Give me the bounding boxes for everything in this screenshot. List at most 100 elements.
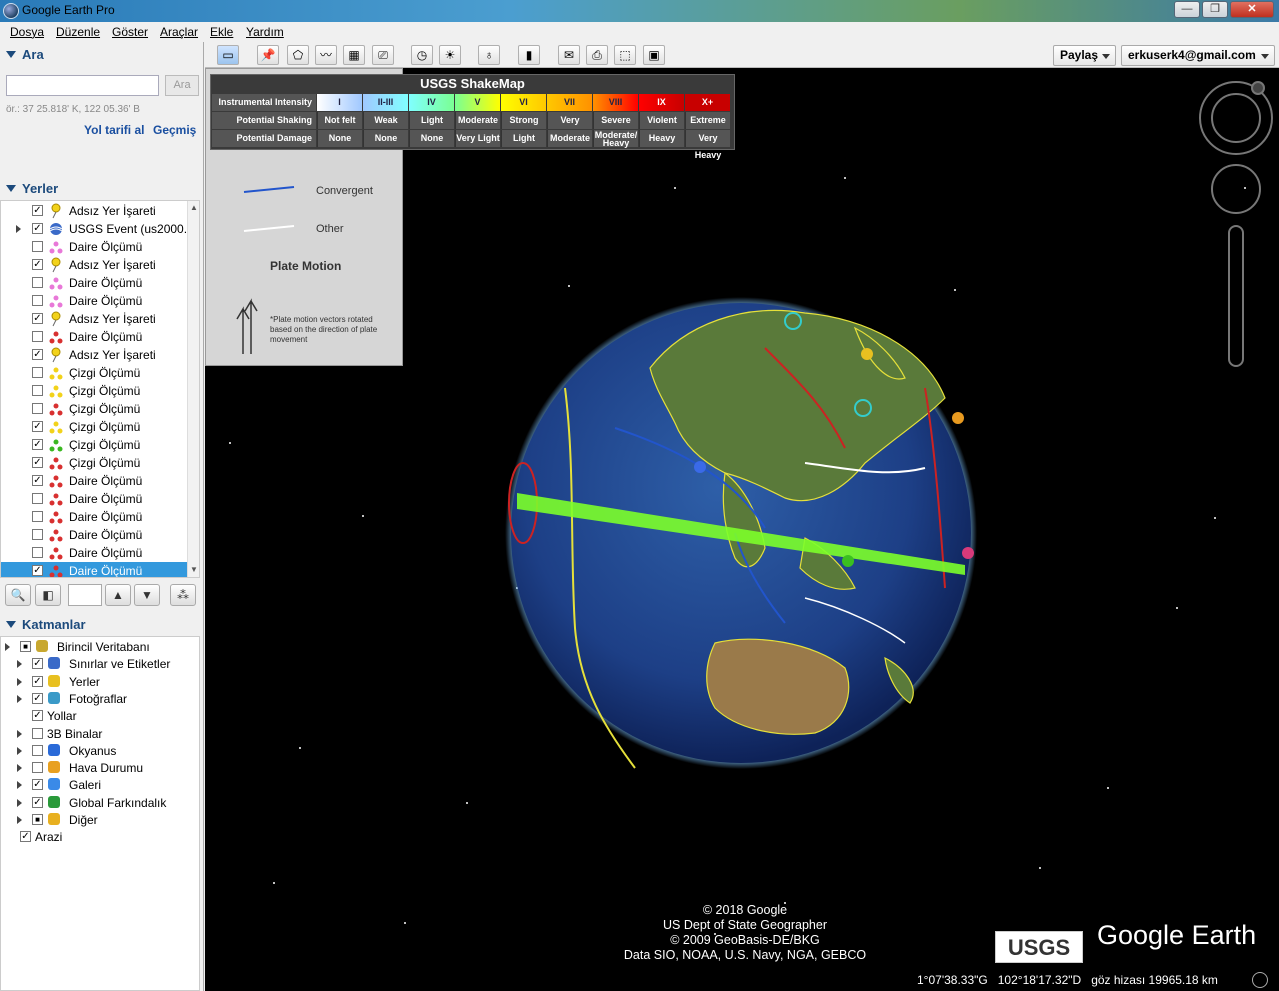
layer-checkbox[interactable]: ■ — [32, 814, 43, 825]
item-checkbox[interactable]: ✓ — [32, 457, 43, 468]
list-item[interactable]: ✓ Daire Ölçümü — [1, 472, 187, 490]
account-dropdown[interactable]: erkuserk4@gmail.com — [1121, 45, 1275, 66]
list-item[interactable]: Çizgi Ölçümü — [1, 400, 187, 418]
layer-item[interactable]: Okyanus — [1, 742, 199, 759]
ruler-icon[interactable]: ▮ — [518, 45, 540, 65]
item-checkbox[interactable]: ✓ — [32, 349, 43, 360]
menu-tools[interactable]: Araçlar — [160, 25, 198, 39]
list-item[interactable]: Daire Ölçümü — [1, 490, 187, 508]
layer-item[interactable]: ✓ Fotoğraflar — [1, 690, 199, 707]
layers-tree[interactable]: ■ Birincil Veritabanı ✓ Sınırlar ve Etiketl… — [0, 636, 200, 991]
move-up-button[interactable]: ▲ — [105, 584, 131, 606]
expand-arrow-icon[interactable] — [16, 225, 21, 233]
places-scrollbar[interactable]: ▲ ▼ — [187, 201, 199, 577]
add-polygon-icon[interactable]: ⬠ — [287, 45, 309, 65]
move-down-button[interactable]: ▼ — [134, 584, 160, 606]
expand-arrow-icon[interactable] — [17, 729, 22, 738]
expand-arrow-icon[interactable] — [17, 677, 22, 686]
item-checkbox[interactable]: ✓ — [32, 439, 43, 450]
item-checkbox[interactable]: ✓ — [32, 313, 43, 324]
menu-view[interactable]: Göster — [112, 25, 148, 39]
menu-edit[interactable]: Düzenle — [56, 25, 100, 39]
scroll-down-arrow-icon[interactable]: ▼ — [190, 565, 198, 574]
layer-checkbox[interactable]: ■ — [20, 641, 31, 652]
add-image-overlay-icon[interactable]: ▦ — [343, 45, 365, 65]
search-section-header[interactable]: Ara — [0, 44, 200, 66]
layer-item[interactable]: ✓ Yollar — [1, 707, 199, 724]
layer-checkbox[interactable]: ✓ — [32, 796, 43, 808]
list-item[interactable]: Daire Ölçümü — [1, 292, 187, 310]
layer-item[interactable]: ■ Diğer — [1, 811, 199, 828]
expand-arrow-icon[interactable] — [17, 764, 22, 773]
item-checkbox[interactable]: ✓ — [32, 205, 43, 216]
layer-checkbox[interactable]: ✓ — [32, 675, 43, 687]
layer-checkbox[interactable] — [32, 744, 43, 756]
item-checkbox[interactable] — [32, 241, 43, 252]
layer-checkbox[interactable]: ✓ — [32, 710, 43, 722]
layer-checkbox[interactable]: ✓ — [32, 658, 43, 670]
list-item[interactable]: Çizgi Ölçümü — [1, 382, 187, 400]
expand-arrow-icon[interactable] — [17, 746, 22, 755]
record-tour-icon[interactable]: ⎚ — [372, 45, 394, 65]
item-checkbox[interactable]: ✓ — [32, 259, 43, 270]
directions-link[interactable]: Yol tarifi al — [84, 123, 144, 137]
sunlight-icon[interactable]: ☀ — [439, 45, 461, 65]
item-checkbox[interactable]: ✓ — [32, 223, 43, 234]
places-tree[interactable]: ✓ Adsız Yer İşareti ✓ USGS Event (us2000...… — [0, 200, 200, 578]
item-checkbox[interactable]: ✓ — [32, 421, 43, 432]
item-checkbox[interactable] — [32, 511, 43, 522]
scroll-up-arrow-icon[interactable]: ▲ — [190, 203, 198, 212]
list-item[interactable]: ✓ Daire Ölçümü — [1, 562, 187, 577]
item-checkbox[interactable] — [32, 529, 43, 540]
item-checkbox[interactable] — [32, 277, 43, 288]
list-item[interactable]: Daire Ölçümü — [1, 328, 187, 346]
layer-item[interactable]: ✓ Sınırlar ve Etiketler — [1, 655, 199, 672]
search-input[interactable] — [6, 75, 159, 96]
view-in-maps-icon[interactable]: ▣ — [643, 45, 665, 65]
share-dropdown[interactable]: Paylaş — [1053, 45, 1116, 66]
list-item[interactable]: ✓ Çizgi Ölçümü — [1, 418, 187, 436]
layer-item[interactable]: ■ Birincil Veritabanı — [1, 638, 199, 655]
navigation-controls[interactable] — [1199, 81, 1273, 367]
expand-arrow-icon[interactable] — [17, 660, 22, 669]
sidebar-toggle-icon[interactable]: ▭ — [217, 45, 239, 65]
layer-item[interactable]: ✓ Global Farkındalık — [1, 794, 199, 811]
expand-arrow-icon[interactable] — [17, 816, 22, 824]
earth-view[interactable]: Convergent Other Plate Motion *Plate mot… — [205, 68, 1279, 991]
print-icon[interactable]: ⎙ — [586, 45, 608, 65]
toggle-panel-button[interactable]: ◧ — [35, 584, 61, 606]
planets-icon[interactable]: ♁ — [478, 45, 500, 65]
add-path-icon[interactable]: 〰 — [315, 45, 337, 65]
expand-arrow-icon[interactable] — [17, 798, 22, 807]
list-item[interactable]: Çizgi Ölçümü — [1, 364, 187, 382]
minimize-button[interactable]: — — [1174, 1, 1200, 18]
layer-item[interactable]: ✓ Galeri — [1, 776, 199, 793]
item-checkbox[interactable] — [32, 331, 43, 342]
item-checkbox[interactable] — [32, 367, 43, 378]
expand-arrow-icon[interactable] — [17, 781, 22, 790]
historical-imagery-icon[interactable]: ◷ — [411, 45, 433, 65]
list-item[interactable]: ✓ Adsız Yer İşareti — [1, 202, 187, 220]
item-checkbox[interactable]: ✓ — [32, 565, 43, 576]
menu-file[interactable]: Dosya — [10, 25, 44, 39]
layer-item[interactable]: 3B Binalar — [1, 725, 199, 742]
item-checkbox[interactable] — [32, 385, 43, 396]
list-item[interactable]: ✓ Adsız Yer İşareti — [1, 310, 187, 328]
places-filter-input[interactable] — [68, 584, 102, 606]
list-item[interactable]: ✓ Çizgi Ölçümü — [1, 454, 187, 472]
list-item[interactable]: ✓ Çizgi Ölçümü — [1, 436, 187, 454]
places-section-header[interactable]: Yerler — [0, 178, 200, 200]
layer-checkbox[interactable] — [32, 727, 43, 739]
list-item[interactable]: Daire Ölçümü — [1, 274, 187, 292]
layer-item[interactable]: ✓ Yerler — [1, 673, 199, 690]
tour-button[interactable]: ⁂ — [170, 584, 196, 606]
item-checkbox[interactable] — [32, 295, 43, 306]
item-checkbox[interactable] — [32, 403, 43, 414]
email-icon[interactable]: ✉ — [558, 45, 580, 65]
layer-checkbox[interactable] — [32, 762, 43, 774]
list-item[interactable]: Daire Ölçümü — [1, 526, 187, 544]
menu-help[interactable]: Yardım — [246, 25, 284, 39]
search-places-button[interactable]: 🔍 — [5, 584, 31, 606]
expand-arrow-icon[interactable] — [17, 694, 22, 703]
close-button[interactable]: ✕ — [1230, 1, 1274, 18]
